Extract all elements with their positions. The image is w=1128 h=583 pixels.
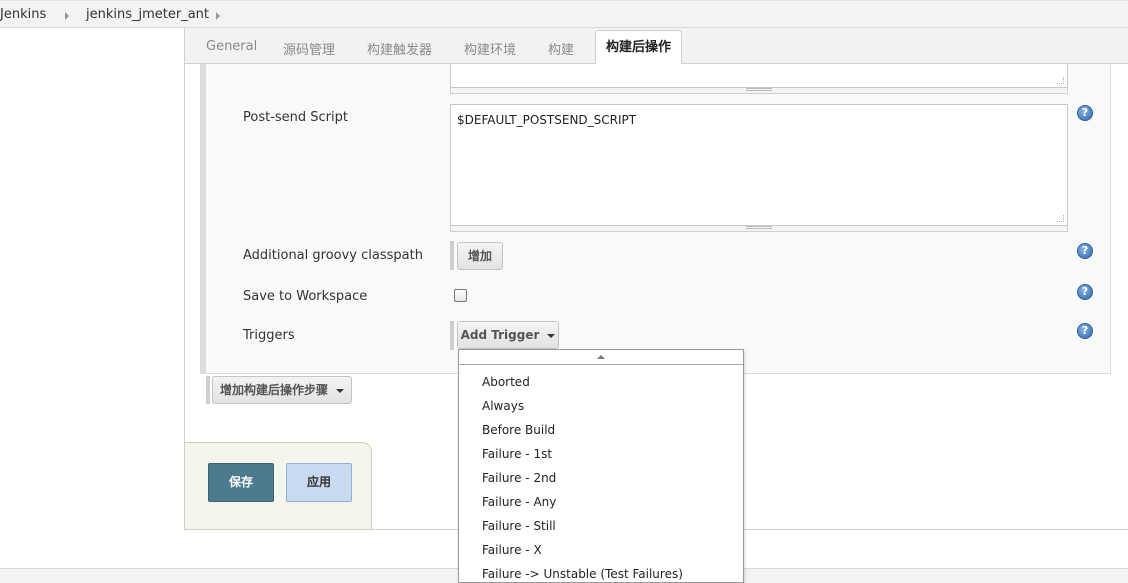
resize-grip-icon[interactable]	[1057, 215, 1064, 222]
breadcrumb: Jenkins jenkins_jmeter_ant	[0, 0, 1128, 28]
breadcrumb-jenkins[interactable]: Jenkins	[0, 7, 46, 22]
section-handle	[200, 64, 206, 374]
textarea-resize-bar[interactable]	[450, 88, 1068, 94]
pre-send-script-textarea[interactable]	[450, 64, 1068, 88]
menu-item-failure-still[interactable]: Failure - Still	[482, 519, 556, 533]
tab-build[interactable]: 构建	[548, 39, 574, 58]
save-to-workspace-checkbox[interactable]	[454, 289, 467, 302]
grip-icon	[746, 88, 772, 91]
menu-item-failure-x[interactable]: Failure - X	[482, 543, 542, 557]
scroll-up-arrow-icon	[597, 355, 605, 359]
add-trigger-button[interactable]: Add Trigger	[457, 321, 559, 349]
tab-build-environment[interactable]: 构建环境	[464, 39, 516, 58]
resize-grip-icon[interactable]	[1057, 77, 1064, 84]
post-send-script-label: Post-send Script	[243, 110, 348, 125]
post-send-script-textarea[interactable]: $DEFAULT_POSTSEND_SCRIPT	[450, 104, 1068, 226]
save-to-workspace-label: Save to Workspace	[243, 289, 368, 304]
help-icon[interactable]: ?	[1077, 243, 1093, 259]
tab-scm[interactable]: 源码管理	[283, 39, 335, 58]
help-icon[interactable]: ?	[1077, 284, 1093, 300]
caret-down-icon	[547, 333, 556, 338]
menu-item-before-build[interactable]: Before Build	[482, 423, 555, 437]
menu-item-aborted[interactable]: Aborted	[482, 375, 530, 389]
menu-item-failure-unstable[interactable]: Failure -> Unstable (Test Failures)	[482, 567, 683, 581]
save-button[interactable]: 保存	[208, 463, 274, 502]
menu-item-failure-any[interactable]: Failure - Any	[482, 495, 556, 509]
button-handle	[450, 241, 454, 270]
button-handle	[206, 376, 210, 404]
apply-button[interactable]: 应用	[286, 463, 352, 502]
breadcrumb-job[interactable]: jenkins_jmeter_ant	[86, 7, 209, 22]
tab-post-build-actions[interactable]: 构建后操作	[595, 30, 682, 65]
caret-down-icon	[336, 388, 344, 393]
add-trigger-label: Add Trigger	[460, 328, 540, 342]
add-classpath-button[interactable]: 增加	[457, 242, 503, 270]
menu-item-failure-1st[interactable]: Failure - 1st	[482, 447, 552, 461]
chevron-right-icon[interactable]	[216, 12, 220, 20]
add-post-build-step-button[interactable]: 增加构建后操作步骤	[212, 376, 352, 404]
textarea-resize-bar[interactable]	[450, 226, 1068, 232]
chevron-right-icon[interactable]	[65, 12, 69, 20]
help-icon[interactable]: ?	[1077, 323, 1093, 339]
tab-general[interactable]: General	[206, 39, 257, 54]
tab-build-triggers[interactable]: 构建触发器	[367, 39, 432, 58]
add-post-build-step-label: 增加构建后操作步骤	[219, 383, 328, 397]
trigger-dropdown-menu: Aborted Always Before Build Failure - 1s…	[458, 349, 744, 583]
menu-item-always[interactable]: Always	[482, 399, 524, 413]
post-send-script-value: $DEFAULT_POSTSEND_SCRIPT	[457, 113, 637, 127]
groovy-classpath-label: Additional groovy classpath	[243, 248, 423, 263]
button-handle	[450, 321, 454, 350]
menu-scroll-up[interactable]	[459, 350, 743, 365]
grip-icon	[746, 226, 772, 229]
help-icon[interactable]: ?	[1077, 105, 1093, 121]
menu-item-failure-2nd[interactable]: Failure - 2nd	[482, 471, 556, 485]
triggers-label: Triggers	[243, 328, 295, 343]
